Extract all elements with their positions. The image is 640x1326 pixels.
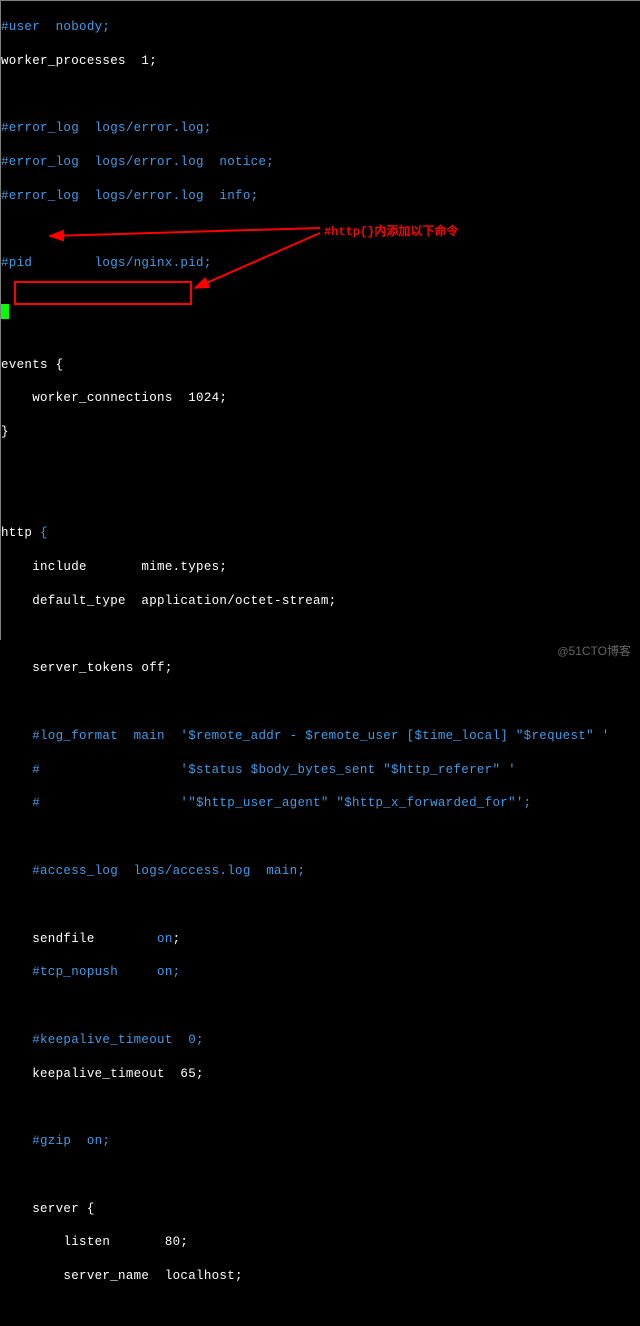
code-line: listen 80; [1,1235,188,1249]
code-line: events { [1,358,63,372]
code-line: # '"$http_user_agent" "$http_x_forwarded… [1,796,531,810]
code-line: #tcp_nopush on; [1,965,180,979]
code-line: #error_log logs/error.log info; [1,189,258,203]
code-line: #pid logs/nginx.pid; [1,256,212,270]
code-line: server { [1,1202,95,1216]
code-line: server_name localhost; [1,1269,243,1283]
code-line: # '$status $body_bytes_sent "$http_refer… [1,763,516,777]
code-line: #gzip on; [1,1134,110,1148]
code-line: http [1,526,40,540]
code-brace: { [40,526,48,540]
annotation-label: #http{}内添加以下命令 [324,222,458,239]
watermark-text: 51CTO博客 [569,644,631,658]
code-line: sendfile [1,932,157,946]
window-border-top [0,0,640,1]
code-line: keepalive_timeout 65; [1,1067,204,1081]
window-border-left [0,0,1,640]
text-cursor [1,304,9,319]
code-line: #keepalive_timeout 0; [1,1033,204,1047]
watermark-at: @ [557,646,568,658]
code-line: } [1,425,9,439]
code-line: worker_connections 1024; [1,391,227,405]
code-line: #user nobody; [1,20,110,34]
watermark: @51CTO博客 [557,642,631,659]
code-line: worker_processes 1; [1,54,157,68]
code-keyword: on [157,932,173,946]
code-line: default_type application/octet-stream; [1,594,336,608]
code-editor[interactable]: #user nobody; worker_processes 1; #error… [0,0,640,1326]
code-line: include mime.types; [1,560,227,574]
code-punct: ; [173,932,181,946]
code-line: #log_format main '$remote_addr - $remote… [1,729,610,743]
code-line: #error_log logs/error.log; [1,121,212,135]
code-line: #access_log logs/access.log main; [1,864,305,878]
code-line-highlighted: server_tokens off; [1,661,173,675]
code-line: #error_log logs/error.log notice; [1,155,274,169]
